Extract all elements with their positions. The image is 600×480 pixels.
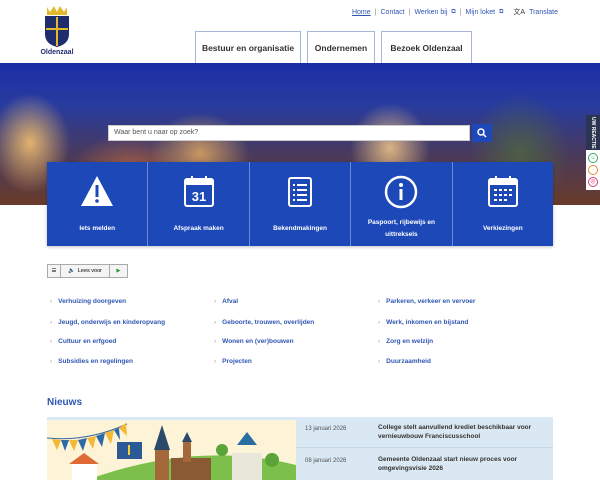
speaker-icon: 🔈 bbox=[67, 268, 75, 274]
external-link-icon: ⧉ bbox=[499, 8, 504, 15]
link-contact[interactable]: Contact bbox=[381, 9, 405, 16]
nav-tab-bezoek[interactable]: Bezoek Oldenzaal bbox=[381, 31, 472, 63]
news-date: 08 januari 2026 bbox=[305, 458, 347, 464]
topic-link[interactable]: › Geboorte, trouwen, overlijden bbox=[214, 319, 314, 326]
topic-link[interactable]: › Afval bbox=[214, 298, 238, 305]
nav-tab-bestuur[interactable]: Bestuur en organisatie bbox=[195, 31, 301, 63]
chevron-right-icon: › bbox=[378, 338, 381, 345]
calendar-grid-icon bbox=[487, 176, 518, 207]
news-illustration[interactable] bbox=[47, 420, 296, 480]
topic-link[interactable]: › Duurzaamheid bbox=[378, 358, 431, 365]
news-title[interactable]: Gemeente Oldenzaal start nieuw proces vo… bbox=[378, 455, 550, 473]
news-item[interactable]: 08 januari 2026 Gemeente Oldenzaal start… bbox=[296, 449, 553, 480]
info-icon bbox=[385, 175, 418, 209]
readspeaker: ☰ 🔈 Lees voor ▶ bbox=[47, 264, 128, 278]
feedback-widget[interactable]: UW REACTIE ☺ · ☹ bbox=[586, 115, 600, 190]
chevron-right-icon: › bbox=[378, 319, 381, 326]
tile-paspoort[interactable]: Paspoort, rijbewijs en uittreksels bbox=[351, 162, 453, 246]
tile-bekendmakingen[interactable]: Bekendmakingen bbox=[249, 162, 352, 246]
top-links: Home | Contact | Werken bij ⧉ | Mijn loket ⧉ … bbox=[351, 8, 558, 17]
topic-link[interactable]: › Parkeren, verkeer en vervoer bbox=[378, 298, 475, 305]
read-aloud-button[interactable]: 🔈 Lees voor bbox=[61, 265, 110, 277]
chevron-right-icon: › bbox=[378, 358, 381, 365]
search-button[interactable] bbox=[472, 124, 492, 142]
news-item[interactable]: 13 januari 2026 College stelt aanvullend… bbox=[296, 417, 553, 448]
tile-afspraak-maken[interactable]: 31 Afspraak maken bbox=[148, 162, 250, 246]
feedback-label: UW REACTIE bbox=[586, 115, 600, 150]
topic-link[interactable]: › Jeugd, onderwijs en kinderopvang bbox=[50, 319, 165, 326]
search-input[interactable]: Waar bent u naar op zoek? bbox=[108, 125, 470, 141]
topic-link[interactable]: › Wonen en (ver)bouwen bbox=[214, 338, 294, 345]
sad-face-icon[interactable]: ☹ bbox=[588, 177, 598, 187]
coat-of-arms-icon bbox=[45, 6, 69, 47]
topic-link[interactable]: › Subsidies en regelingen bbox=[50, 358, 133, 365]
chevron-right-icon: › bbox=[50, 319, 53, 326]
external-link-icon: ⧉ bbox=[451, 8, 456, 15]
tile-iets-melden[interactable]: Iets melden bbox=[47, 162, 149, 246]
link-home[interactable]: Home bbox=[352, 9, 371, 16]
calendar-31-icon: 31 bbox=[183, 176, 214, 207]
topic-link[interactable]: › Projecten bbox=[214, 358, 252, 365]
search-icon bbox=[477, 128, 487, 138]
topic-link[interactable]: › Werk, inkomen en bijstand bbox=[378, 319, 468, 326]
logo[interactable]: Oldenzaal bbox=[40, 4, 74, 60]
nav-tab-ondernemen[interactable]: Ondernemen bbox=[307, 31, 375, 63]
happy-face-icon[interactable]: ☺ bbox=[588, 153, 598, 163]
news-title[interactable]: College stelt aanvullend krediet beschik… bbox=[378, 423, 550, 441]
topic-link[interactable]: › Verhuizing doorgeven bbox=[50, 298, 126, 305]
chevron-right-icon: › bbox=[378, 298, 381, 305]
chevron-right-icon: › bbox=[50, 298, 53, 305]
logo-text: Oldenzaal bbox=[40, 49, 74, 56]
play-icon[interactable]: ▶ bbox=[110, 265, 127, 277]
link-mijn-loket[interactable]: Mijn loket bbox=[466, 9, 496, 16]
svg-text:31: 31 bbox=[191, 189, 205, 204]
topic-link[interactable]: › Zorg en welzijn bbox=[378, 338, 433, 345]
translate-icon: 文A bbox=[513, 9, 526, 16]
document-list-icon bbox=[288, 177, 313, 207]
warning-icon bbox=[81, 176, 114, 206]
quick-tiles: Iets melden 31 Afspraak maken Bekendmaki… bbox=[47, 162, 554, 246]
news-heading: Nieuws bbox=[47, 397, 83, 408]
link-werken-bij[interactable]: Werken bij bbox=[414, 9, 447, 16]
chevron-right-icon: › bbox=[214, 358, 217, 365]
menu-icon[interactable]: ☰ bbox=[48, 265, 61, 277]
chevron-right-icon: › bbox=[214, 298, 217, 305]
news-date: 13 januari 2026 bbox=[305, 426, 347, 432]
tile-verkiezingen[interactable]: Verkiezingen bbox=[452, 162, 554, 246]
topic-link[interactable]: › Cultuur en erfgoed bbox=[50, 338, 116, 345]
chevron-right-icon: › bbox=[214, 319, 217, 326]
translate-link[interactable]: Translate bbox=[529, 9, 558, 16]
chevron-right-icon: › bbox=[50, 358, 53, 365]
chevron-right-icon: › bbox=[214, 338, 217, 345]
chevron-right-icon: › bbox=[50, 338, 53, 345]
neutral-face-icon[interactable]: · bbox=[588, 165, 598, 175]
